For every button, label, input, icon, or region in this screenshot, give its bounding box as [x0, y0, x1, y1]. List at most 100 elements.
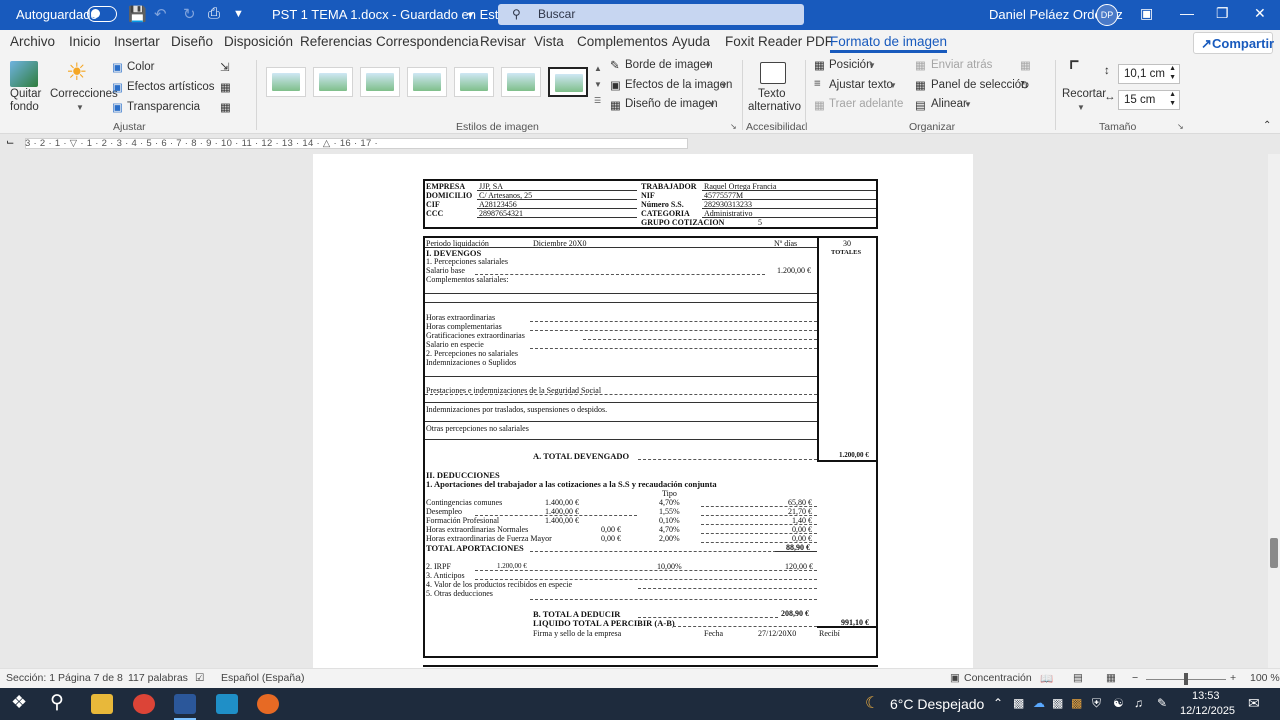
rotate-icon[interactable]: ↻	[1020, 78, 1030, 92]
payslip-body-image[interactable]: Periodo liquidación Diciembre 20X0 Nº dí…	[423, 236, 878, 658]
alinear-chevron-icon[interactable]: ▼	[964, 100, 972, 109]
redo-icon[interactable]: ↻	[183, 5, 196, 23]
ribbon-display-icon[interactable]: ▣	[1140, 5, 1153, 22]
picture-style-7[interactable]	[548, 67, 588, 97]
height-field[interactable]: 10,1 cm ▲ ▼	[1118, 64, 1180, 84]
correcciones-chevron-icon[interactable]: ▼	[76, 103, 84, 112]
compress-icon[interactable]: ⇲	[220, 60, 230, 74]
print-preview-icon[interactable]: ⎙	[208, 5, 220, 22]
borde-imagen-button[interactable]: Borde de imagen	[625, 59, 713, 71]
diseno-chevron-icon[interactable]: ▼	[708, 100, 716, 109]
color-button[interactable]: Color	[127, 61, 154, 73]
tab-formato-imagen[interactable]: Formato de imagen	[830, 34, 948, 53]
posicion-button[interactable]: Posición	[829, 59, 872, 71]
tab-inicio[interactable]: Inicio	[69, 34, 101, 49]
tab-vista[interactable]: Vista	[534, 34, 564, 49]
align-icon[interactable]: ▤	[915, 98, 926, 112]
correcciones-button[interactable]: Correcciones	[50, 88, 118, 100]
onedrive-icon[interactable]: ☁	[1033, 696, 1045, 710]
wrap-text-icon[interactable]: ≡	[814, 78, 821, 90]
search-box[interactable]: ⚲ Buscar	[498, 4, 804, 25]
recortar-button[interactable]: Recortar	[1062, 88, 1106, 100]
change-picture-icon[interactable]: ▦	[220, 80, 231, 94]
borde-chevron-icon[interactable]: ▼	[704, 61, 712, 70]
weather-text[interactable]: 6°C Despejado	[890, 696, 984, 712]
tab-archivo[interactable]: Archivo	[10, 34, 55, 49]
search-taskbar-icon[interactable]: ⚲	[50, 691, 64, 714]
remove-background-icon[interactable]	[10, 61, 38, 87]
tab-selector-icon[interactable]: ⌙	[6, 137, 14, 148]
size-dialog-launcher-icon[interactable]: ↘	[1177, 122, 1184, 131]
posicion-chevron-icon[interactable]: ▼	[868, 61, 876, 70]
word-app-icon[interactable]	[174, 694, 196, 714]
read-mode-icon[interactable]: 📖	[1040, 672, 1053, 685]
alt-text-icon[interactable]	[760, 62, 786, 84]
selection-pane-icon[interactable]: ▦	[915, 78, 926, 92]
picture-style-5[interactable]	[454, 67, 494, 97]
scroll-thumb[interactable]	[1270, 538, 1278, 568]
page-indicator[interactable]: Página 7 de 8	[58, 672, 123, 684]
width-spin-down-icon[interactable]: ▼	[1169, 100, 1176, 107]
document-title[interactable]: PST 1 TEMA 1.docx - Guardado en Este PC	[272, 7, 527, 22]
height-spin-up-icon[interactable]: ▲	[1169, 65, 1176, 72]
corrections-icon[interactable]: ☀	[66, 58, 88, 87]
focus-icon[interactable]: ▣	[950, 672, 960, 684]
styles-more-icon[interactable]: ☰	[594, 96, 601, 105]
document-area[interactable]: EMPRESA JJP, SA DOMICILIO C/ Artesanos, …	[0, 154, 1268, 668]
customize-toolbar-icon[interactable]: ▼	[233, 8, 244, 20]
quitar-fondo-label-1[interactable]: Quitar	[10, 88, 41, 100]
transparencia-button[interactable]: Transparencia	[127, 101, 200, 113]
picture-style-1[interactable]	[266, 67, 306, 97]
volume-icon[interactable]: ♫	[1134, 696, 1143, 710]
horizontal-ruler[interactable]: ⌙ 3 · 2 · 1 · ▽ · 1 · 2 · 3 · 4 · 5 · 6 …	[0, 134, 1280, 154]
tab-diseno[interactable]: Diseño	[171, 34, 213, 49]
ajustar-texto-chevron-icon[interactable]: ▼	[889, 81, 897, 90]
position-icon[interactable]: ▦	[814, 58, 825, 72]
share-button[interactable]: ↗ Compartir	[1193, 32, 1274, 54]
texto-alternativo-label-2[interactable]: alternativo	[748, 101, 801, 113]
minimize-icon[interactable]: —	[1180, 5, 1194, 21]
file-explorer-icon[interactable]	[91, 694, 113, 714]
web-layout-icon[interactable]: ▦	[1106, 672, 1116, 684]
picture-style-2[interactable]	[313, 67, 353, 97]
zoom-out-icon[interactable]: −	[1132, 672, 1138, 684]
ajustar-texto-button[interactable]: Ajustar texto	[829, 79, 893, 91]
artistic-effects-icon[interactable]: ▣	[112, 80, 123, 94]
zoom-in-icon[interactable]: +	[1230, 672, 1236, 684]
notifications-icon[interactable]: ✉	[1248, 695, 1260, 712]
proofing-icon[interactable]: ☑	[195, 672, 204, 684]
styles-dialog-launcher-icon[interactable]: ↘	[730, 122, 737, 131]
tab-ayuda[interactable]: Ayuda	[672, 34, 710, 49]
document-page[interactable]: EMPRESA JJP, SA DOMICILIO C/ Artesanos, …	[313, 154, 973, 668]
tab-revisar[interactable]: Revisar	[480, 34, 526, 49]
zoom-level[interactable]: 100 %	[1250, 672, 1280, 684]
picture-border-icon[interactable]: ✎	[610, 58, 620, 72]
panel-seleccion-button[interactable]: Panel de selección	[931, 79, 1028, 91]
print-layout-icon[interactable]: ▤	[1073, 672, 1083, 684]
texto-alternativo-label-1[interactable]: Texto	[758, 88, 786, 100]
height-spin-down-icon[interactable]: ▼	[1169, 74, 1176, 81]
quitar-fondo-label-2[interactable]: fondo	[10, 101, 39, 113]
picture-style-3[interactable]	[360, 67, 400, 97]
section-indicator[interactable]: Sección: 1	[6, 672, 55, 684]
payslip-header-image[interactable]: EMPRESA JJP, SA DOMICILIO C/ Artesanos, …	[423, 179, 878, 229]
show-hidden-icons-icon[interactable]: ⌃	[993, 696, 1003, 710]
chrome-icon[interactable]	[133, 694, 155, 714]
picture-effects-icon[interactable]: ▣	[610, 78, 621, 92]
picture-style-4[interactable]	[407, 67, 447, 97]
diseno-imagen-button[interactable]: Diseño de imagen	[625, 98, 718, 110]
doc-menu-chevron-icon[interactable]: ▼	[466, 10, 475, 20]
color-icon[interactable]: ▣	[112, 60, 123, 74]
collapse-ribbon-icon[interactable]: ⌃	[1263, 120, 1271, 131]
avatar[interactable]: DP	[1096, 4, 1118, 26]
clock-time[interactable]: 13:53	[1192, 690, 1220, 702]
tab-complementos[interactable]: Complementos	[577, 34, 668, 49]
wifi-icon[interactable]: ☯	[1113, 696, 1124, 710]
transparency-icon[interactable]: ▣	[112, 100, 123, 114]
firefox-icon[interactable]	[257, 694, 279, 714]
weather-icon[interactable]: ☾	[865, 693, 879, 713]
tray-app-icon[interactable]: ▩	[1013, 696, 1024, 710]
efectos-imagen-button[interactable]: Efectos de la imagen	[625, 79, 732, 91]
efectos-chevron-icon[interactable]: ▼	[720, 81, 728, 90]
undo-icon[interactable]: ↶	[154, 5, 167, 23]
